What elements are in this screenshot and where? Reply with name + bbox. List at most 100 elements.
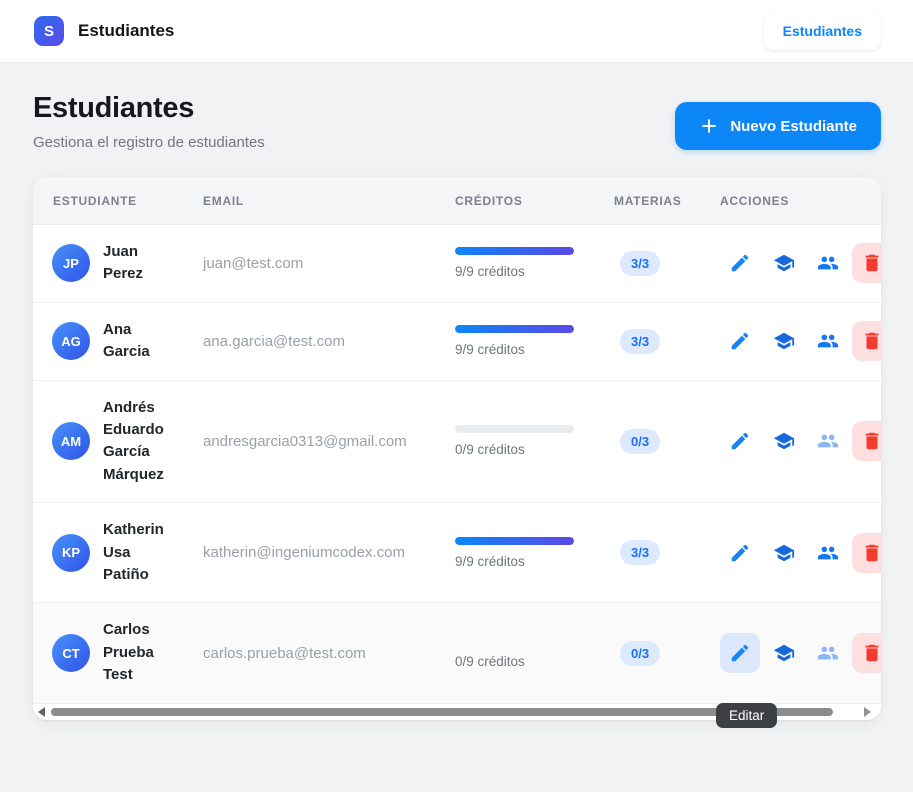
new-student-button[interactable]: Nuevo Estudiante xyxy=(675,102,881,150)
actions-cell xyxy=(720,532,881,573)
nav-estudiantes-link[interactable]: Estudiantes xyxy=(763,12,881,50)
groups-button[interactable] xyxy=(808,321,848,361)
credits-cell: 0/9 créditos xyxy=(455,637,614,669)
scroll-right-arrow[interactable] xyxy=(864,706,871,717)
trash-icon xyxy=(865,255,879,272)
subjects-button[interactable] xyxy=(764,633,804,673)
credits-label: 0/9 créditos xyxy=(455,654,525,670)
edit-button[interactable] xyxy=(720,533,760,573)
groups-button[interactable] xyxy=(808,421,848,461)
trash-icon xyxy=(865,332,879,350)
edit-button[interactable] xyxy=(720,421,760,461)
column-header-subjects: MATERIAS xyxy=(614,193,682,208)
student-email: juan@test.com xyxy=(203,254,304,272)
column-header-student: ESTUDIANTE xyxy=(53,193,137,208)
pencil-icon xyxy=(731,332,749,350)
delete-button[interactable] xyxy=(852,321,881,362)
student-cell: AM Andrés Eduardo García Márquez xyxy=(33,397,203,487)
actions-cell xyxy=(720,633,881,674)
avatar-initials: KP xyxy=(61,545,81,561)
app-logo: S xyxy=(34,16,64,46)
trash-icon xyxy=(865,644,879,662)
column-header-email: EMAIL xyxy=(203,193,244,208)
subjects-button[interactable] xyxy=(764,243,804,283)
app-title: Estudiantes xyxy=(78,21,175,40)
avatar: AM xyxy=(52,422,90,461)
student-email: ana.garcia@test.com xyxy=(203,332,345,350)
people-icon xyxy=(817,256,839,270)
avatar: KP xyxy=(52,533,90,572)
student-name: Katherin Usa Patiño xyxy=(103,521,164,584)
edit-button[interactable] xyxy=(720,633,760,674)
subjects-badge: 0/3 xyxy=(620,428,661,454)
page-subtitle: Gestiona el registro de estudiantes xyxy=(33,134,265,151)
scroll-left-arrow[interactable] xyxy=(38,706,45,717)
pencil-icon xyxy=(731,433,749,450)
student-email: carlos.prueba@test.com xyxy=(203,644,366,662)
student-cell: KP Katherin Usa Patiño xyxy=(33,519,203,586)
credits-cell: 0/9 créditos xyxy=(455,425,614,457)
edit-button[interactable] xyxy=(720,321,760,361)
student-name: Carlos Prueba Test xyxy=(103,621,154,684)
student-cell: CT Carlos Prueba Test xyxy=(33,619,203,686)
edit-button[interactable] xyxy=(720,243,760,283)
table-row: CT Carlos Prueba Test carlos.prueba@test… xyxy=(33,603,881,704)
student-cell: JP Juan Perez xyxy=(33,241,203,286)
subjects-button[interactable] xyxy=(764,533,804,573)
table-row: AG Ana Garcia ana.garcia@test.com 9/9 cr… xyxy=(33,302,881,381)
page-title: Estudiantes xyxy=(33,92,195,124)
navbar: S Estudiantes Estudiantes xyxy=(0,0,913,63)
credits-progress-fill xyxy=(455,536,574,545)
groups-button[interactable] xyxy=(808,243,848,283)
student-name: Juan Perez xyxy=(103,243,144,283)
pencil-icon xyxy=(731,544,749,562)
delete-button[interactable] xyxy=(852,421,881,462)
subjects-cell: 0/3 xyxy=(614,640,720,666)
graduation-cap-icon xyxy=(773,332,795,350)
app-logo-letter: S xyxy=(43,22,54,40)
actions-cell xyxy=(720,421,881,462)
plus-icon xyxy=(702,119,717,133)
tooltip-text: Editar xyxy=(729,708,765,723)
subjects-badge: 3/3 xyxy=(620,250,661,276)
people-icon xyxy=(817,646,839,660)
subjects-badge: 3/3 xyxy=(620,328,661,354)
groups-button[interactable] xyxy=(808,633,848,673)
tooltip: Editar xyxy=(716,703,778,728)
credits-progress-bar xyxy=(455,425,574,434)
delete-button[interactable] xyxy=(852,532,881,573)
graduation-cap-icon xyxy=(773,433,795,450)
trash-icon xyxy=(865,544,879,562)
table-row: JP Juan Perez juan@test.com 9/9 créditos… xyxy=(33,225,881,303)
credits-cell: 9/9 créditos xyxy=(455,325,614,357)
avatar-initials: JP xyxy=(63,255,79,271)
student-cell: AG Ana Garcia xyxy=(33,319,203,364)
credits-progress-bar xyxy=(455,637,574,645)
table-header-row: ESTUDIANTE EMAIL CRÉDITOS MATERIAS ACCIO… xyxy=(33,177,881,225)
pencil-icon xyxy=(731,644,749,662)
groups-button[interactable] xyxy=(808,533,848,573)
credits-progress-bar xyxy=(455,536,574,545)
graduation-cap-icon xyxy=(773,644,795,662)
student-name: Ana Garcia xyxy=(103,320,150,361)
subjects-cell: 3/3 xyxy=(614,540,720,566)
student-email: andresgarcia0313@gmail.com xyxy=(203,432,407,450)
students-table-card: ESTUDIANTE EMAIL CRÉDITOS MATERIAS ACCIO… xyxy=(33,177,881,720)
credits-label: 9/9 créditos xyxy=(455,553,525,569)
table-row: AM Andrés Eduardo García Márquez andresg… xyxy=(33,380,881,504)
subjects-button[interactable] xyxy=(764,421,804,461)
subjects-badge: 3/3 xyxy=(620,540,661,566)
page-header: Estudiantes Gestiona el registro de estu… xyxy=(0,63,913,151)
student-name: Andrés Eduardo García Márquez xyxy=(103,398,164,483)
credits-progress-bar xyxy=(455,247,574,256)
delete-button[interactable] xyxy=(852,633,881,674)
credits-label: 9/9 créditos xyxy=(455,264,525,280)
credits-progress-bar xyxy=(455,325,574,334)
avatar: JP xyxy=(52,244,90,283)
graduation-cap-icon xyxy=(773,544,795,562)
delete-button[interactable] xyxy=(852,243,881,284)
subjects-button[interactable] xyxy=(764,321,804,361)
people-icon xyxy=(817,435,839,448)
avatar: CT xyxy=(52,634,90,673)
credits-cell: 9/9 créditos xyxy=(455,247,614,279)
